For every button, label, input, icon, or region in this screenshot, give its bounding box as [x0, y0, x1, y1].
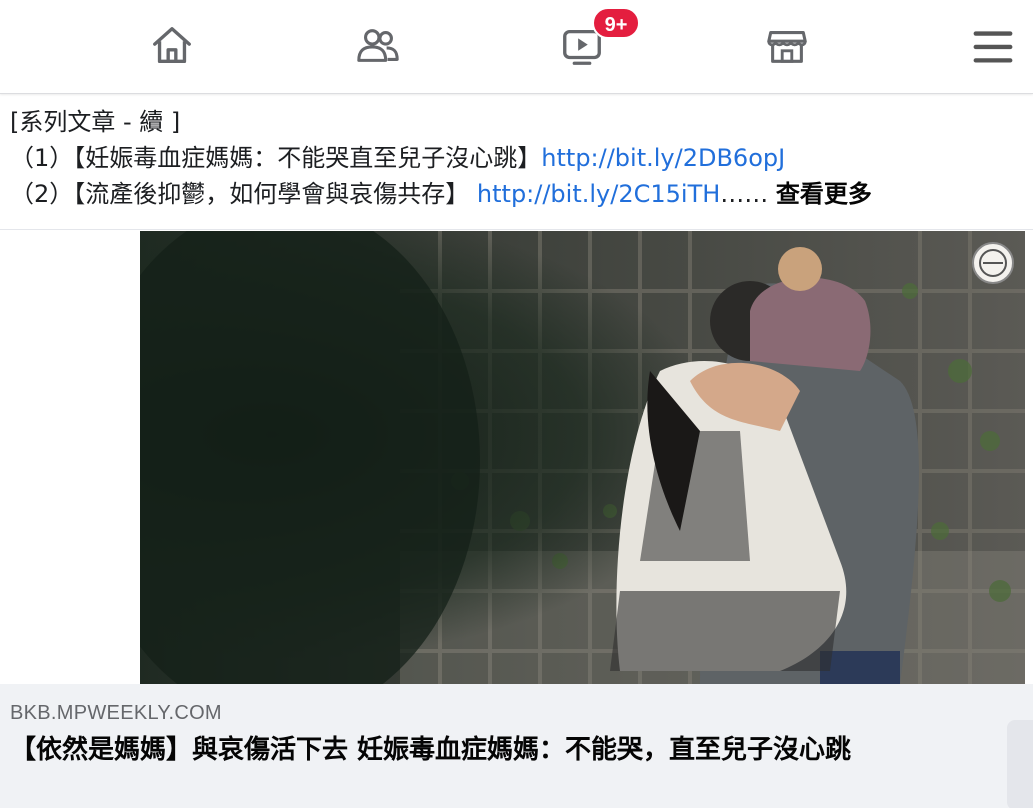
nav-friends-button[interactable]: [350, 18, 406, 74]
post-line-article-2: （2）【流產後抑鬱，如何學會與哀傷共存】 http://bit.ly/2C15i…: [10, 176, 1025, 212]
article-2-title: （2）【流產後抑鬱，如何學會與哀傷共存】: [10, 180, 477, 208]
publisher-logo-icon: [972, 242, 1014, 284]
article-2-link[interactable]: http://bit.ly/2C15iTH: [477, 180, 720, 208]
preview-domain: BKB.MPWEEKLY.COM: [10, 702, 222, 724]
friends-icon: [357, 29, 399, 62]
nav-home-button[interactable]: [144, 18, 200, 74]
post-body-text: [系列文章 - 續 ] （1）【妊娠毒血症媽媽：不能哭直至兒子沒心跳】http:…: [10, 104, 1025, 212]
article-1-link[interactable]: http://bit.ly/2DB6opJ: [541, 144, 785, 172]
shop-icon: [767, 31, 807, 63]
content-divider: [0, 229, 1033, 230]
link-preview-card[interactable]: BKB.MPWEEKLY.COM 【依然是媽媽】與哀傷活下去 妊娠毒血症媽媽：不…: [0, 684, 1033, 808]
menu-icon: [973, 31, 1013, 63]
nav-menu-button[interactable]: [965, 18, 1021, 74]
see-more-link[interactable]: 查看更多: [776, 180, 872, 208]
preview-action-button[interactable]: [1007, 720, 1033, 808]
truncation-ellipsis: ……: [720, 180, 769, 208]
post-line-article-1: （1）【妊娠毒血症媽媽：不能哭直至兒子沒心跳】http://bit.ly/2DB…: [10, 140, 1025, 176]
article-1-title: （1）【妊娠毒血症媽媽：不能哭直至兒子沒心跳】: [10, 144, 542, 172]
top-navigation-bar: 9+: [0, 0, 1033, 94]
watch-notification-badge: 9+: [592, 7, 640, 39]
couple-hugging-photo: [140, 231, 1025, 684]
post-photo[interactable]: [140, 231, 1025, 684]
preview-title[interactable]: 【依然是媽媽】與哀傷活下去 妊娠毒血症媽媽：不能哭，直至兒子沒心跳: [10, 732, 970, 768]
post-line-series: [系列文章 - 續 ]: [10, 108, 181, 136]
nav-marketplace-button[interactable]: [759, 18, 815, 74]
home-icon: [153, 27, 191, 64]
